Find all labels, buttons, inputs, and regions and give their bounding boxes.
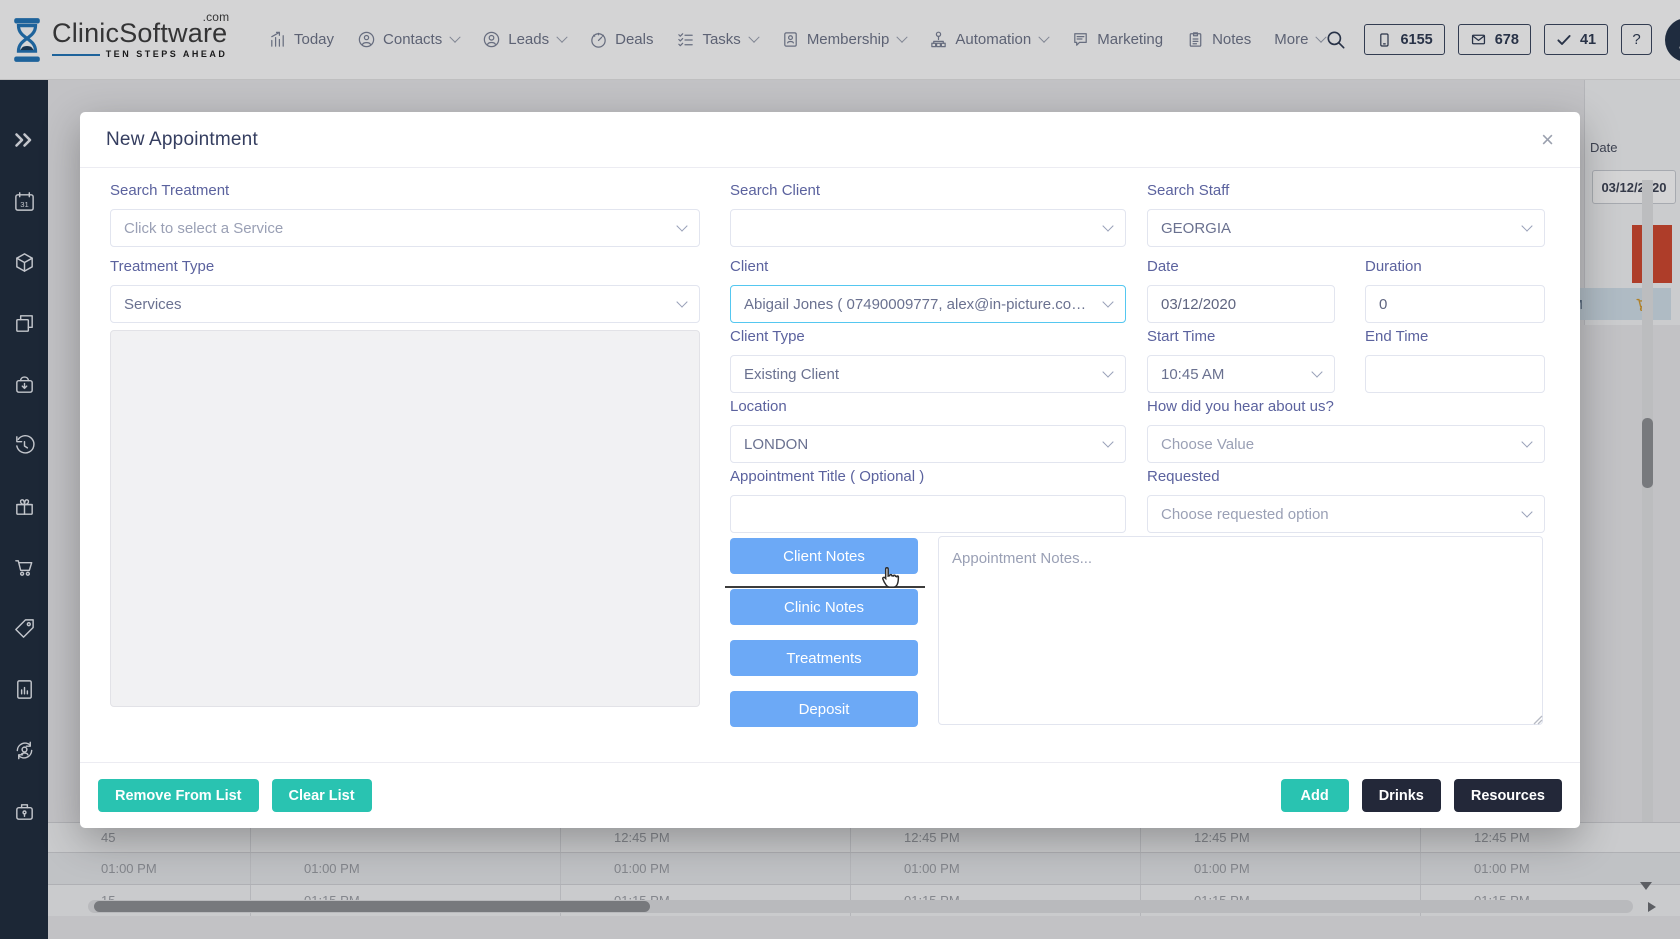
start-time-label: Start Time <box>1147 328 1335 345</box>
requested-select[interactable]: Choose requested option <box>1147 495 1545 533</box>
modal-header: New Appointment × <box>80 112 1580 168</box>
close-icon[interactable]: × <box>1541 129 1554 151</box>
chevron-down-icon <box>1102 220 1113 231</box>
location-select[interactable]: LONDON <box>730 425 1126 463</box>
chevron-down-icon <box>1521 220 1532 231</box>
location-label: Location <box>730 398 1126 415</box>
treatments-button[interactable]: Treatments <box>730 640 918 676</box>
start-time-select[interactable]: 10:45 AM <box>1147 355 1335 393</box>
new-appointment-modal: New Appointment × Search Treatment Click… <box>80 112 1580 828</box>
treatment-type-label: Treatment Type <box>110 258 700 275</box>
end-time-label: End Time <box>1365 328 1545 345</box>
chevron-down-icon <box>1311 366 1322 377</box>
chevron-down-icon <box>1102 296 1113 307</box>
clear-list-button[interactable]: Clear List <box>272 779 372 812</box>
search-client-select[interactable] <box>730 209 1126 247</box>
appointment-title-label: Appointment Title ( Optional ) <box>730 468 1126 485</box>
date-input[interactable] <box>1147 285 1335 323</box>
appointment-notes-textarea[interactable] <box>938 536 1543 725</box>
remove-from-list-button[interactable]: Remove From List <box>98 779 259 812</box>
selected-services-panel <box>110 330 700 707</box>
search-treatment-select[interactable]: Click to select a Service <box>110 209 700 247</box>
modal-title: New Appointment <box>106 129 258 151</box>
duration-label: Duration <box>1365 258 1545 275</box>
modal-footer: Remove From List Clear List Add Drinks R… <box>80 762 1580 828</box>
chevron-down-icon <box>676 220 687 231</box>
search-staff-select[interactable]: GEORGIA <box>1147 209 1545 247</box>
search-client-label: Search Client <box>730 182 1126 199</box>
hand-cursor-icon <box>875 564 902 591</box>
chevron-down-icon <box>1521 506 1532 517</box>
client-select[interactable]: Abigail Jones ( 07490009777, alex@in-pic… <box>730 285 1126 323</box>
referral-select[interactable]: Choose Value <box>1147 425 1545 463</box>
drinks-button[interactable]: Drinks <box>1362 779 1441 812</box>
search-staff-label: Search Staff <box>1147 182 1545 199</box>
search-treatment-label: Search Treatment <box>110 182 700 199</box>
end-time-select[interactable] <box>1365 355 1545 393</box>
referral-label: How did you hear about us? <box>1147 398 1545 415</box>
chevron-down-icon <box>1521 436 1532 447</box>
modal-body: Search Treatment Click to select a Servi… <box>80 168 1580 762</box>
chevron-down-icon <box>676 296 687 307</box>
treatment-type-select[interactable]: Services <box>110 285 700 323</box>
clinic-notes-button[interactable]: Clinic Notes <box>730 589 918 625</box>
appointment-title-input[interactable] <box>730 495 1126 533</box>
client-type-select[interactable]: Existing Client <box>730 355 1126 393</box>
resources-button[interactable]: Resources <box>1454 779 1562 812</box>
deposit-button[interactable]: Deposit <box>730 691 918 727</box>
client-label: Client <box>730 258 1126 275</box>
resize-grip-icon[interactable] <box>1532 714 1543 725</box>
requested-label: Requested <box>1147 468 1545 485</box>
date-label: Date <box>1147 258 1335 275</box>
chevron-down-icon <box>1102 366 1113 377</box>
duration-input[interactable] <box>1365 285 1545 323</box>
chevron-down-icon <box>1102 436 1113 447</box>
add-button[interactable]: Add <box>1281 779 1349 812</box>
client-type-label: Client Type <box>730 328 1126 345</box>
